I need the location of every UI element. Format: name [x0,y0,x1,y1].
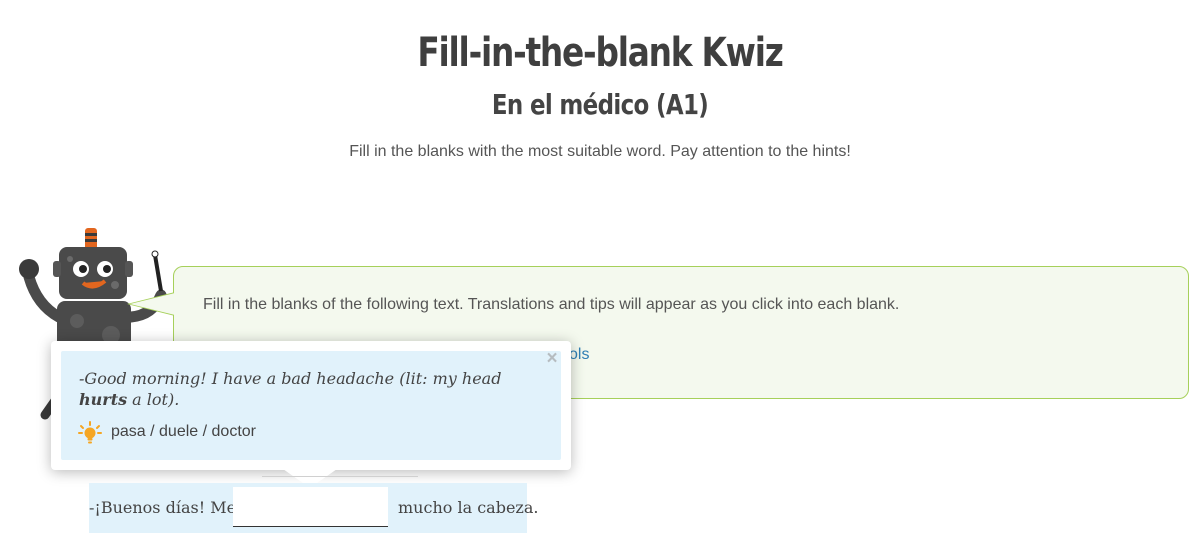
page-instructions: Fill in the blanks with the most suitabl… [349,143,851,160]
translation-prefix: -Good morning! I have a bad headache (li… [79,369,502,388]
close-icon[interactable]: × [543,349,561,368]
lightbulb-icon [78,421,102,444]
speech-text: Fill in the blanks of the following text… [203,296,900,313]
exercise-text-after: mucho la cabeza. [398,498,539,517]
page-title: Fill-in-the-blank Kwiz [417,30,784,76]
exercise-text-before: -¡Buenos días! Me [89,498,237,517]
divider [262,476,418,477]
page-subtitle: En el médico (A1) [491,88,709,121]
speech-link[interactable]: ols [569,346,589,364]
speech-tail-fill [130,293,175,315]
page: Fill-in-the-blank Kwiz En el médico (A1)… [0,0,1200,540]
hint-options: pasa / duele / doctor [111,423,256,440]
translation-text: -Good morning! I have a bad headache (li… [79,368,539,410]
blank-input[interactable] [233,487,388,527]
translation-suffix: a lot). [127,390,180,409]
translation-keyword: hurts [79,390,128,409]
